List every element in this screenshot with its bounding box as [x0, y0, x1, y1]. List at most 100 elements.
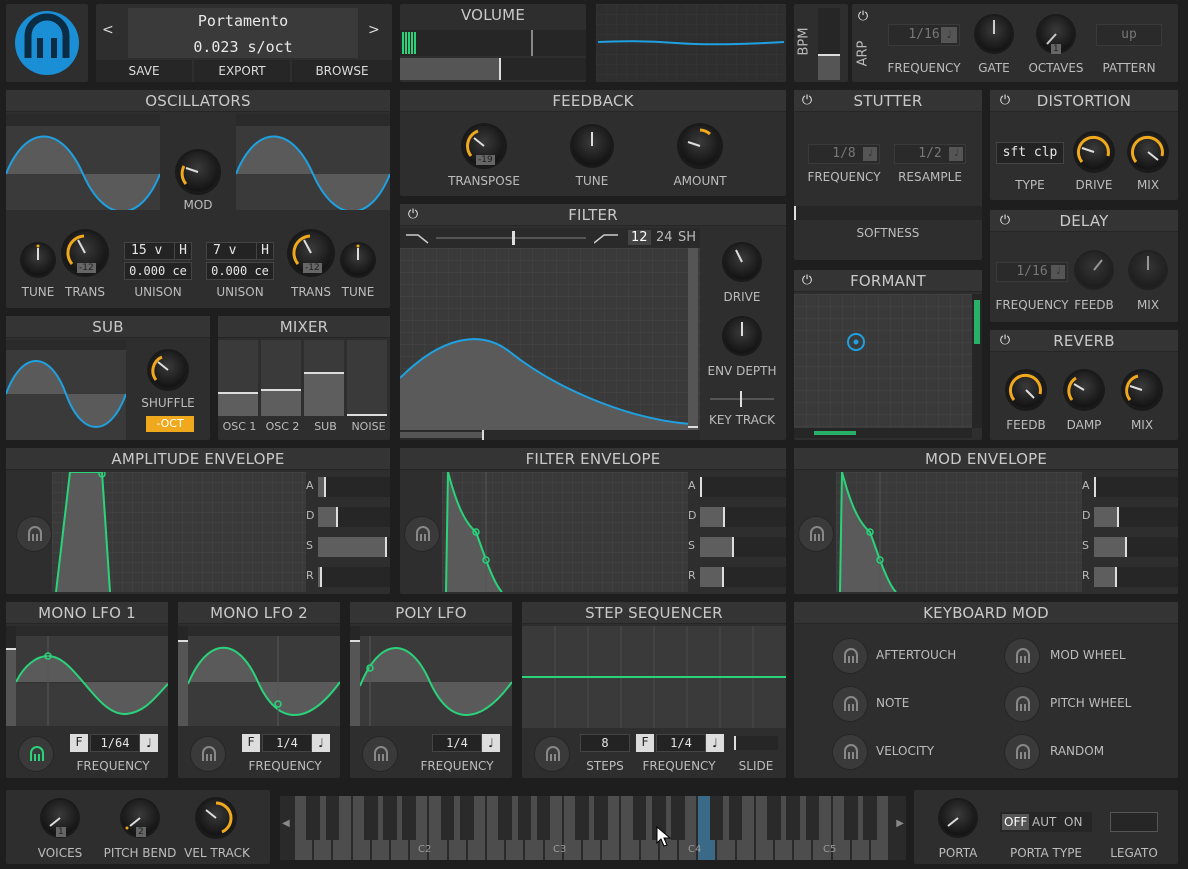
- osc1-waveform-display[interactable]: [6, 114, 160, 210]
- feedback-transpose-knob[interactable]: -19: [464, 126, 504, 166]
- formant-power-icon[interactable]: ⏻: [800, 274, 814, 288]
- note-sync-icon[interactable]: ♩: [312, 734, 330, 752]
- env-s-slider[interactable]: [318, 537, 390, 557]
- step-seq-slide-slider[interactable]: [734, 736, 778, 750]
- porta-type-off[interactable]: OFF: [1002, 814, 1030, 830]
- lfo1-mod-button[interactable]: [18, 736, 54, 772]
- sub-waveform-display[interactable]: [6, 340, 126, 440]
- amp-env-mod-button[interactable]: [16, 516, 52, 552]
- osc-mod-knob[interactable]: [178, 152, 218, 192]
- black-key[interactable]: [306, 796, 320, 840]
- osc1-unison-voices[interactable]: 15 v: [124, 242, 176, 260]
- pitch-wheel-mod-button[interactable]: [1004, 686, 1040, 722]
- mixer-channel-1[interactable]: [261, 340, 301, 416]
- volume-slider[interactable]: [400, 58, 586, 80]
- arp-power-icon[interactable]: ⏻: [856, 10, 870, 24]
- osc1-unison-h-toggle[interactable]: H: [174, 242, 192, 260]
- vel-track-knob[interactable]: [198, 800, 234, 836]
- reverb-mix-knob[interactable]: [1124, 372, 1160, 408]
- formant-y-slider[interactable]: [972, 294, 982, 428]
- filter-slope-12[interactable]: 12: [628, 230, 651, 245]
- osc2-unison-h-toggle[interactable]: H: [256, 242, 274, 260]
- browse-button[interactable]: BROWSE: [292, 60, 392, 82]
- porta-type-aut[interactable]: AUT: [1032, 814, 1056, 830]
- note-sync-icon[interactable]: ♩: [140, 734, 158, 752]
- poly-lfo-rate-box[interactable]: 1/4: [432, 734, 482, 752]
- preset-next-button[interactable]: >: [368, 22, 388, 38]
- black-key[interactable]: [709, 796, 724, 840]
- black-key[interactable]: [460, 796, 474, 840]
- stutter-resample-box[interactable]: 1/2 ♩: [894, 144, 966, 164]
- porta-type-on[interactable]: ON: [1064, 814, 1082, 830]
- filter-key-track-slider[interactable]: [710, 391, 774, 407]
- porta-knob[interactable]: [940, 800, 976, 836]
- lfo1-amp-slider[interactable]: [6, 626, 16, 726]
- stutter-softness-slider[interactable]: [794, 206, 982, 220]
- mixer-channel-2[interactable]: [304, 340, 344, 416]
- step-seq-rate-box[interactable]: 1/4: [656, 734, 706, 752]
- black-key[interactable]: [364, 796, 378, 840]
- osc2-unison-detune[interactable]: 0.000 ce: [206, 262, 274, 280]
- env-a-slider[interactable]: [700, 477, 786, 497]
- aftertouch-mod-button[interactable]: [832, 638, 868, 674]
- filter-blend-slider[interactable]: [400, 228, 700, 248]
- voices-knob[interactable]: 1: [42, 800, 78, 837]
- black-key[interactable]: [383, 796, 397, 840]
- poly-lfo-waveform-display[interactable]: [360, 626, 512, 726]
- distortion-power-icon[interactable]: ⏻: [998, 94, 1012, 108]
- random-mod-button[interactable]: [1004, 734, 1040, 770]
- black-key[interactable]: [440, 796, 455, 840]
- filter-response-display[interactable]: [400, 248, 700, 430]
- mixer-channel-3[interactable]: [347, 340, 387, 416]
- arp-gate-knob[interactable]: [976, 16, 1012, 52]
- amp-envelope-display[interactable]: [52, 472, 306, 592]
- osc1-unison-detune[interactable]: 0.000 ce: [124, 262, 192, 280]
- delay-mix-knob[interactable]: [1130, 252, 1166, 288]
- env-a-slider[interactable]: [1094, 477, 1178, 497]
- env-s-slider[interactable]: [1094, 537, 1178, 557]
- distortion-mix-knob[interactable]: [1130, 134, 1166, 170]
- lfo2-rate-box[interactable]: 1/4: [262, 734, 312, 752]
- black-key[interactable]: [632, 796, 647, 840]
- black-key[interactable]: [767, 796, 781, 840]
- arp-pattern-box[interactable]: up: [1096, 24, 1162, 46]
- lfo2-amp-slider[interactable]: [178, 626, 188, 726]
- reverb-feedb-knob[interactable]: [1008, 372, 1044, 408]
- filter-cutoff-slider[interactable]: [400, 430, 700, 440]
- env-r-slider[interactable]: [318, 567, 390, 587]
- black-key[interactable]: [728, 796, 743, 840]
- bpm-slider[interactable]: [818, 8, 840, 80]
- env-a-slider[interactable]: [318, 477, 390, 497]
- velocity-mod-button[interactable]: [832, 734, 868, 770]
- reverb-damp-knob[interactable]: [1066, 372, 1102, 408]
- osc1-tune-knob[interactable]: [22, 244, 54, 276]
- delay-feedb-knob[interactable]: [1076, 252, 1112, 288]
- legato-toggle[interactable]: [1110, 812, 1158, 832]
- step-seq-steps-box[interactable]: 8: [580, 734, 630, 752]
- black-key[interactable]: [517, 796, 532, 840]
- env-r-slider[interactable]: [700, 567, 786, 587]
- export-button[interactable]: EXPORT: [194, 60, 290, 82]
- black-key[interactable]: [805, 796, 820, 840]
- sub-shuffle-knob[interactable]: [150, 352, 186, 388]
- formant-xy-pad[interactable]: [794, 294, 972, 428]
- step-seq-mod-button[interactable]: [534, 736, 570, 772]
- distortion-drive-knob[interactable]: [1076, 134, 1112, 170]
- formant-x-slider[interactable]: [794, 428, 972, 438]
- pitch-bend-knob[interactable]: 2: [122, 800, 158, 837]
- env-r-slider[interactable]: [1094, 567, 1178, 587]
- black-key[interactable]: [671, 796, 685, 840]
- black-key[interactable]: [402, 796, 416, 840]
- black-key[interactable]: [325, 796, 340, 840]
- filter-env-depth-knob[interactable]: [724, 318, 760, 354]
- lfo1-free-toggle[interactable]: F: [70, 734, 88, 752]
- step-seq-free-toggle[interactable]: F: [636, 734, 654, 752]
- reverb-power-icon[interactable]: ⏻: [998, 334, 1012, 348]
- osc2-waveform-display[interactable]: [236, 114, 390, 210]
- distortion-type-box[interactable]: sft clp: [996, 142, 1064, 164]
- keyboard-scroll-right-icon[interactable]: ▶: [896, 818, 904, 829]
- arp-octaves-knob[interactable]: 1: [1038, 16, 1074, 54]
- delay-power-icon[interactable]: ⏻: [998, 214, 1012, 228]
- sub-octave-toggle[interactable]: -OCT: [146, 416, 194, 432]
- piano-keyboard[interactable]: ◀ ▶ C2 C3 C4 C5: [280, 796, 906, 860]
